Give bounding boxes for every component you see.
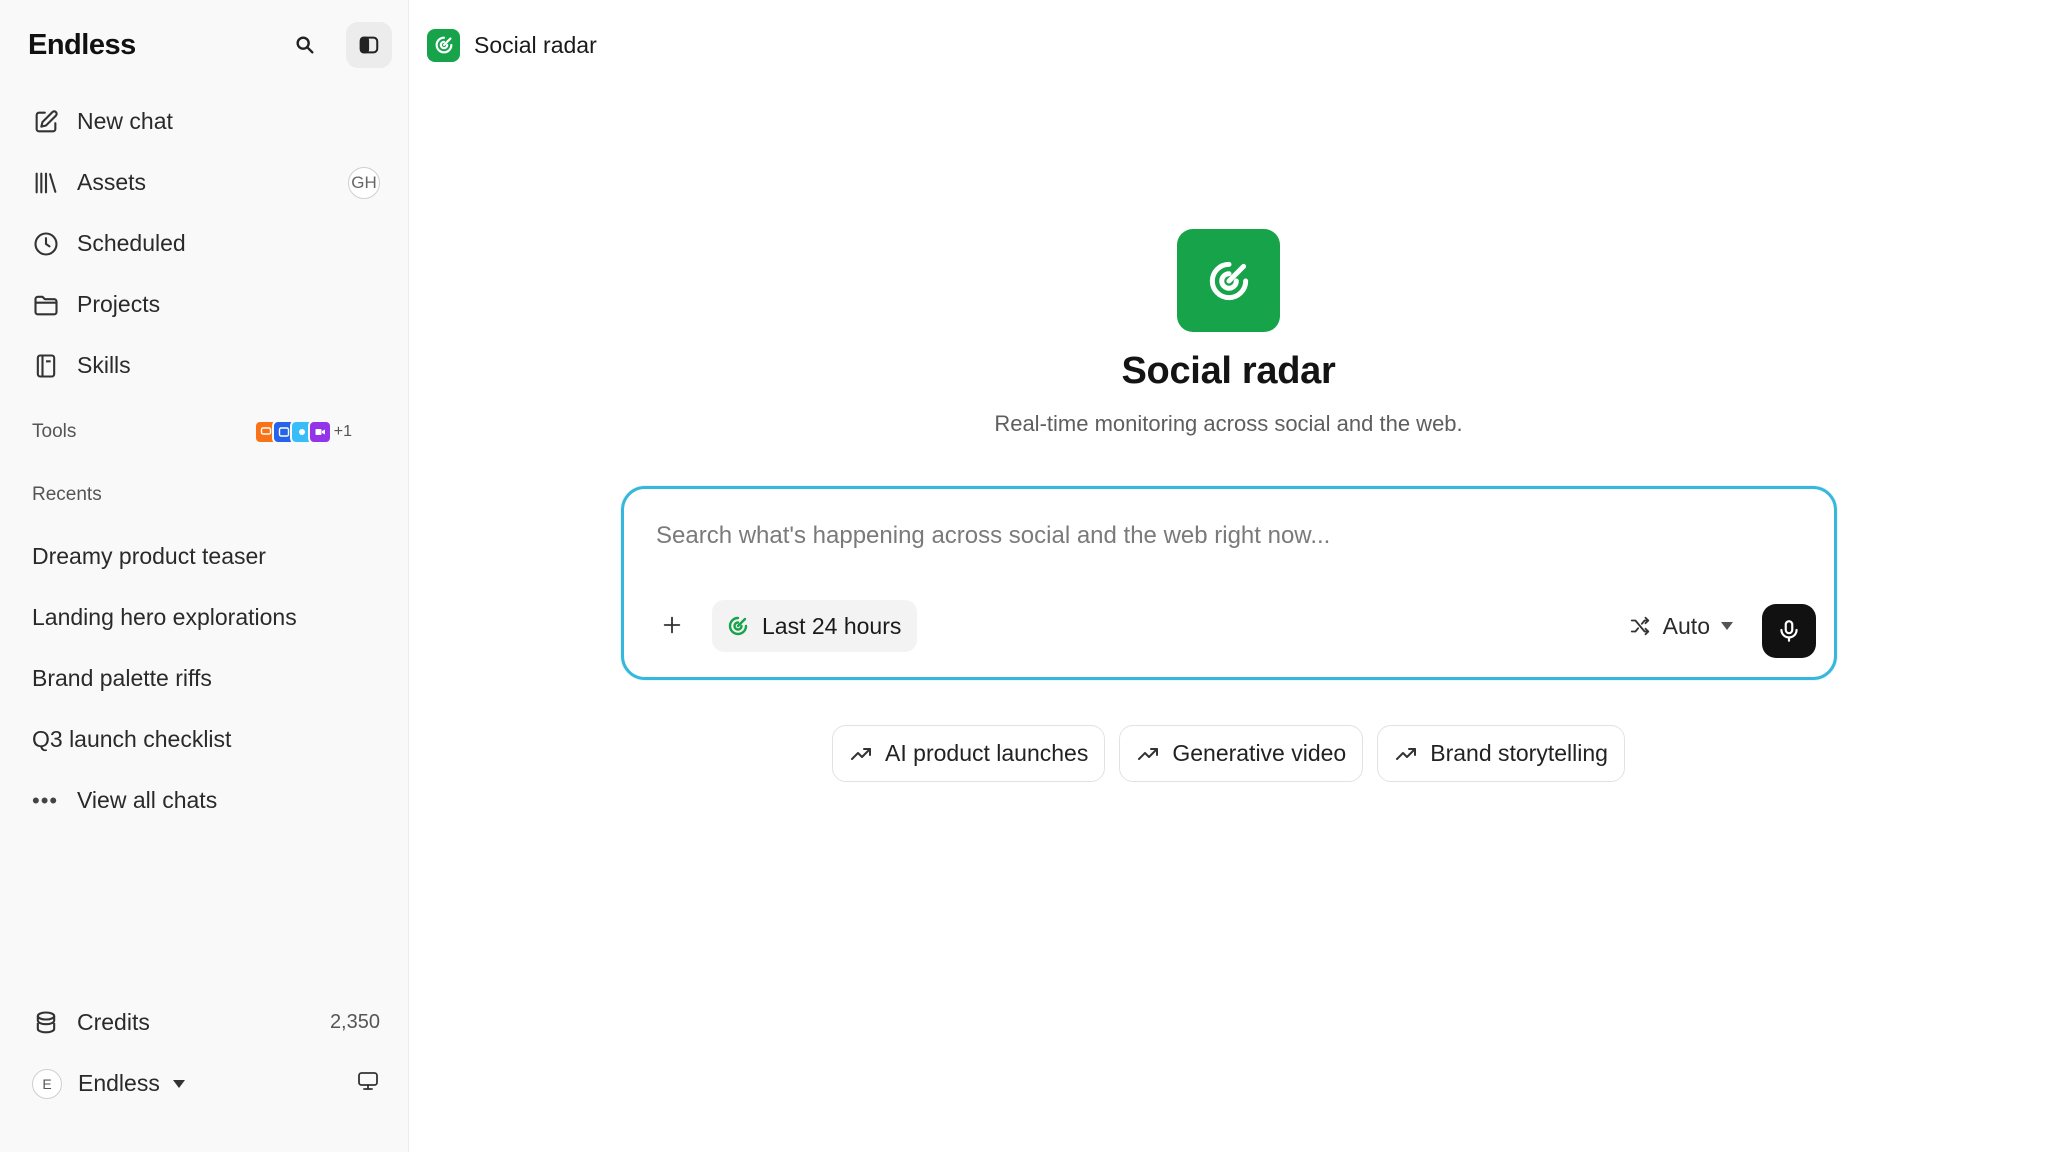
avatar: E (32, 1068, 62, 1099)
sidebar-item-label: Scheduled (77, 230, 186, 256)
credits-value: 2,350 (329, 1011, 380, 1033)
credits-row[interactable]: Credits 2,350 (0, 992, 408, 1053)
topbar: Social radar (427, 27, 597, 63)
workspace-badge[interactable]: GH (348, 166, 380, 199)
view-all-label: View all chats (77, 787, 218, 813)
add-attachment-button[interactable] (654, 607, 690, 643)
sidebar-item-projects[interactable]: Projects (0, 274, 408, 335)
sidebar-item-assets[interactable]: Assets GH (0, 152, 408, 213)
time-filter-chip[interactable]: Last 24 hours (712, 600, 918, 652)
suggestion-label: Generative video (1172, 740, 1347, 766)
sidebar-nav: New chat Assets GH Scheduled Projects Sk… (0, 91, 408, 396)
account-name: Endless (78, 1070, 160, 1096)
radar-target-icon (435, 36, 452, 54)
tool-icons[interactable]: +1 (253, 420, 352, 444)
toggle-sidebar-button[interactable] (346, 22, 392, 68)
sidebar: Endless New chat Assets GH Scheduled Pro… (0, 0, 409, 1152)
account-row[interactable]: E Endless (0, 1053, 408, 1114)
recent-chat-item[interactable]: Dreamy product teaser (0, 526, 408, 587)
suggestion-chip[interactable]: Generative video (1119, 725, 1364, 782)
view-all-chats-link[interactable]: ••• View all chats (0, 770, 408, 831)
suggestion-chip[interactable]: Brand storytelling (1377, 725, 1625, 782)
sidebar-item-scheduled[interactable]: Scheduled (0, 213, 408, 274)
recent-chat-item[interactable]: Landing hero explorations (0, 587, 408, 648)
video-tool-icon (307, 420, 332, 444)
model-selector[interactable]: Auto (1629, 606, 1734, 646)
time-filter-label: Last 24 hours (762, 612, 902, 639)
sidebar-item-label: Skills (77, 352, 131, 378)
sidebar-header: Endless (28, 22, 392, 68)
composer: Last 24 hours Auto (621, 486, 1837, 680)
caret-down-icon (1721, 622, 1733, 630)
plus-icon (663, 616, 681, 634)
sidebar-item-new-chat[interactable]: New chat (0, 91, 408, 152)
brand-logo-text: Endless (28, 28, 136, 61)
clock-icon (34, 231, 58, 256)
more-dots-icon: ••• (32, 787, 59, 813)
model-label: Auto (1662, 612, 1710, 639)
search-icon (296, 36, 314, 54)
suggestion-label: Brand storytelling (1430, 740, 1608, 766)
voice-input-button[interactable] (1762, 604, 1816, 658)
trending-up-icon (1138, 747, 1159, 760)
recent-chat-item[interactable]: Q3 launch checklist (0, 709, 408, 770)
sidebar-item-label: New chat (77, 108, 173, 134)
search-button[interactable] (282, 22, 328, 68)
sidebar-item-skills[interactable]: Skills (0, 335, 408, 396)
edit-icon (35, 109, 58, 132)
social-radar-logo (427, 28, 460, 62)
caret-down-icon (172, 1079, 185, 1088)
suggestion-list: AI product launches Generative video Bra… (409, 725, 2048, 782)
recent-chat-item[interactable]: Brand palette riffs (0, 648, 408, 709)
recents-list: Dreamy product teaser Landing hero explo… (0, 526, 408, 831)
credits-label: Credits (77, 1009, 150, 1035)
tools-more-count: +1 (333, 423, 352, 440)
folder-icon (34, 295, 58, 315)
coins-icon (36, 1010, 56, 1033)
trending-up-icon (851, 747, 872, 760)
microphone-icon (1780, 620, 1798, 642)
sidebar-toggle-icon (359, 36, 379, 54)
hero-subtitle: Real-time monitoring across social and t… (994, 411, 1463, 436)
tools-label: Tools (32, 421, 77, 442)
hero: Social radar Real-time monitoring across… (409, 229, 2048, 437)
page-title: Social radar (474, 31, 597, 58)
device-button[interactable] (356, 1069, 380, 1098)
hero-title: Social radar (1121, 350, 1336, 392)
main-panel: Social radar Social radar Real-time moni… (409, 0, 2048, 1152)
radar-target-icon (1209, 261, 1248, 300)
suggestion-label: AI product launches (885, 740, 1089, 766)
recents-label: Recents (32, 484, 102, 505)
shuffle-icon (1630, 616, 1649, 636)
sidebar-item-label: Projects (77, 291, 161, 317)
library-icon (35, 172, 57, 193)
search-input[interactable] (656, 519, 1796, 553)
tools-row[interactable]: Tools +1 (32, 414, 352, 450)
book-icon (36, 353, 56, 378)
monitor-icon (358, 1072, 378, 1090)
trending-up-icon (1396, 747, 1417, 760)
hero-logo (1177, 229, 1280, 332)
radar-target-icon (728, 616, 748, 636)
suggestion-chip[interactable]: AI product launches (832, 725, 1106, 782)
sidebar-item-label: Assets (77, 169, 147, 195)
